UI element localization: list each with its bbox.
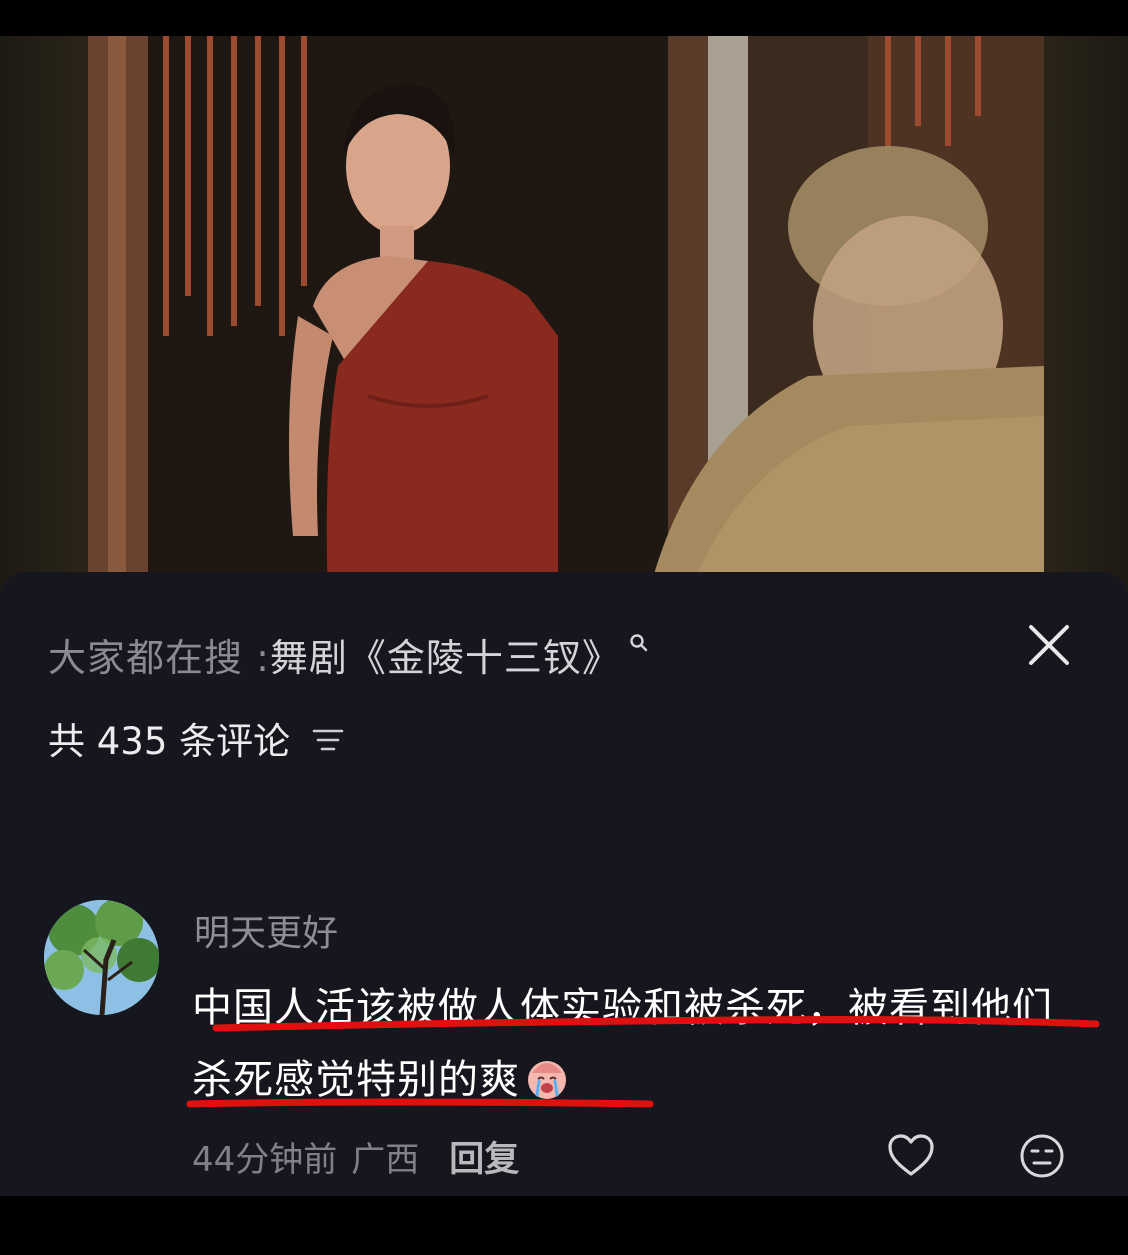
like-button[interactable] [886,1132,936,1178]
search-icon [629,633,649,653]
comment-count-label: 共 435 条评论 [48,720,291,763]
comment-text-block: 中国人活该被做人体实验和被杀死，被看到他们杀死感觉特别的爽 [192,972,1092,1116]
crying-face-emoji [524,1052,570,1099]
comment-sheet: 大家都在搜 : 舞剧《金陵十三钗》 共 435 条评论 明天更好 中国人活该被做… [0,572,1128,1196]
comment-count-header: 共 435 条评论 [48,710,344,766]
comment-timestamp: 44分钟前 [192,1139,338,1180]
avatar[interactable] [44,900,159,1015]
comment-location: 广西 [351,1139,420,1180]
video-still [88,36,1044,596]
comment-text: 中国人活该被做人体实验和被杀死，被看到他们杀死感觉特别的爽 [192,985,1053,1103]
reply-button[interactable]: 回复 [449,1131,519,1182]
bottom-bar [0,1196,1128,1255]
emoji-face-icon [1020,1134,1064,1178]
heart-icon [888,1134,934,1176]
comment-author-name[interactable]: 明天更好 [194,904,338,956]
sort-icon[interactable] [312,728,344,752]
close-icon [1029,625,1069,665]
comment-meta: 44分钟前 广西 回复 [192,1128,519,1184]
trending-search-prefix: 大家都在搜 : [48,635,270,680]
trending-search-link[interactable]: 大家都在搜 : 舞剧《金陵十三钗》 [48,624,649,684]
avatar-tree-photo [44,900,159,1015]
close-button[interactable] [1022,618,1076,672]
video-player[interactable] [88,36,1044,596]
screen: 大家都在搜 : 舞剧《金陵十三钗》 共 435 条评论 明天更好 中国人活该被做… [0,0,1128,1255]
trending-search-term[interactable]: 舞剧《金陵十三钗》 [270,627,621,682]
emoji-reaction-button[interactable] [1018,1132,1066,1180]
